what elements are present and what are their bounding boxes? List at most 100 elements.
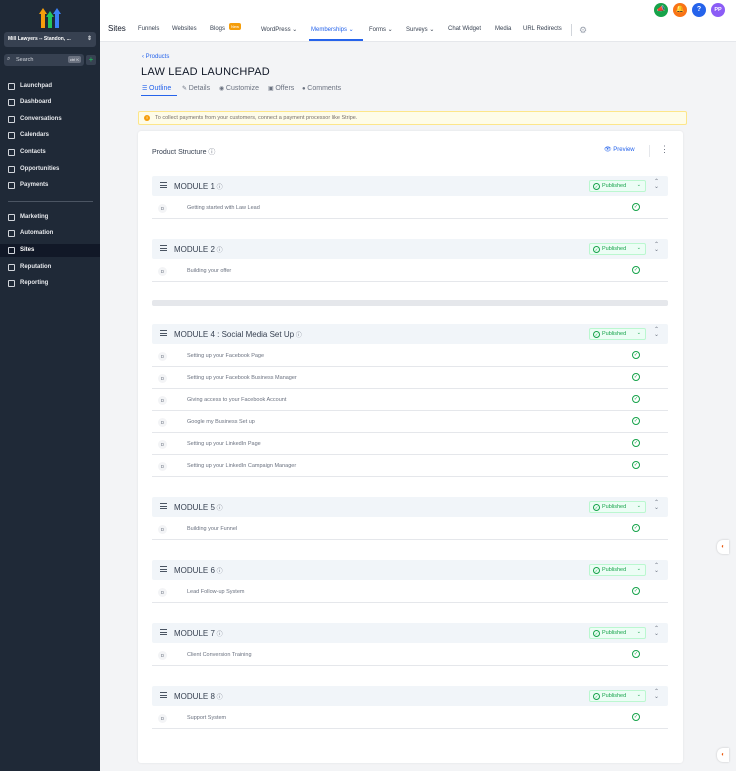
drag-handle-icon[interactable] <box>160 182 167 188</box>
module-header[interactable]: MODULE 6 ⓘ ✓ Published ⌄ ⌃ ⌄ <box>152 560 668 580</box>
sidebar-item-reporting[interactable]: Reporting <box>0 277 100 290</box>
sidebar-item-launchpad[interactable]: Launchpad <box>0 80 100 93</box>
sidebar-item-payments[interactable]: Payments <box>0 179 100 192</box>
app-logo-icon[interactable] <box>38 6 62 28</box>
check-circle-icon: ✓ <box>593 331 600 338</box>
lesson-row[interactable]: D Google my Business Set up ✓ <box>152 411 668 433</box>
breadcrumb[interactable]: ‹ Products <box>142 54 169 60</box>
lesson-row[interactable]: D Building your Funnel ✓ <box>152 518 668 540</box>
tab-offers[interactable]: ▣ Offers <box>268 85 294 92</box>
sidebar-item-contacts[interactable]: Contacts <box>0 146 100 159</box>
payments-icon <box>8 182 15 189</box>
sidebar-item-calendars[interactable]: Calendars <box>0 129 100 142</box>
sidebar-item-dashboard[interactable]: Dashboard <box>0 96 100 109</box>
tab-outline[interactable]: ☰ Outline <box>142 85 171 92</box>
lesson-row[interactable]: D Client Conversion Training ✓ <box>152 644 668 666</box>
collapse-toggle-icon[interactable]: ⌃ ⌄ <box>654 563 659 574</box>
collapse-toggle-icon[interactable]: ⌃ ⌄ <box>654 500 659 511</box>
topnav-media[interactable]: Media <box>495 26 511 32</box>
topnav-chat-widget[interactable]: Chat Widget <box>448 26 481 32</box>
megaphone-icon[interactable]: 📣 <box>654 3 668 17</box>
tab-customize[interactable]: ◉ Customize <box>219 85 259 92</box>
module-header[interactable]: MODULE 7 ⓘ ✓ Published ⌄ ⌃ ⌄ <box>152 623 668 643</box>
sidebar-item-opportunities[interactable]: Opportunities <box>0 163 100 176</box>
more-options-icon[interactable]: ⋮ <box>660 144 669 155</box>
gear-icon[interactable]: ⚙ <box>579 25 587 36</box>
sidebar-item-sites[interactable]: Sites <box>0 244 100 257</box>
lesson-row[interactable]: D Getting started with Law Lead ✓ <box>152 197 668 219</box>
module-title: MODULE 2 ⓘ <box>174 245 223 254</box>
lesson-row[interactable]: D Lead Follow-up System ✓ <box>152 581 668 603</box>
lesson-title: Setting up your Facebook Page <box>187 353 265 359</box>
sidebar-item-marketing[interactable]: Marketing <box>0 211 100 224</box>
collapse-toggle-icon[interactable]: ⌃ ⌄ <box>654 626 659 637</box>
lesson-row[interactable]: D Building your offer ✓ <box>152 260 668 282</box>
drag-handle-icon[interactable] <box>160 629 167 635</box>
lesson-row[interactable]: D Setting up your LinkedIn Page ✓ <box>152 433 668 455</box>
side-widget-icon-2[interactable]: ◐ <box>717 748 729 762</box>
side-widget-icon[interactable]: ◐ <box>717 540 729 554</box>
published-check-icon: ✓ <box>632 417 640 425</box>
module-header[interactable]: MODULE 4 : Social Media Set Up ⓘ ✓ Publish… <box>152 324 668 344</box>
calendars-icon <box>8 132 15 139</box>
status-dropdown[interactable]: ✓ Published ⌄ <box>589 564 646 576</box>
drag-handle-icon[interactable] <box>160 245 167 251</box>
lesson-row[interactable]: D Setting up your Facebook Page ✓ <box>152 345 668 367</box>
lesson-row[interactable]: D Setting up your LinkedIn Campaign Manag… <box>152 455 668 477</box>
topnav-blogs[interactable]: Blogs <box>210 26 225 32</box>
lesson-type-icon: D <box>158 525 167 534</box>
status-dropdown[interactable]: ✓ Published ⌄ <box>589 328 646 340</box>
chevron-updown-icon: ⇕ <box>86 36 92 42</box>
sidebar-item-reputation[interactable]: Reputation <box>0 261 100 274</box>
chevron-down-icon: ⌄ <box>636 692 641 698</box>
topnav-url-redirects[interactable]: URL Redirects <box>523 26 562 32</box>
drag-handle-icon[interactable] <box>160 330 167 336</box>
collapse-toggle-icon[interactable]: ⌃ ⌄ <box>654 179 659 190</box>
module-header[interactable]: MODULE 5 ⓘ ✓ Published ⌄ ⌃ ⌄ <box>152 497 668 517</box>
drag-handle-icon[interactable] <box>160 566 167 572</box>
active-nav-underline <box>309 39 363 41</box>
lesson-type-icon: D <box>158 352 167 361</box>
collapse-toggle-icon[interactable]: ⌃ ⌄ <box>654 689 659 700</box>
lesson-row[interactable]: D Support System ✓ <box>152 707 668 729</box>
tab-details[interactable]: ✎ Details <box>182 85 210 92</box>
sidebar-search[interactable]: ⌕ Search ctrl K <box>4 54 84 66</box>
module-header[interactable]: MODULE 2 ⓘ ✓ Published ⌄ ⌃ ⌄ <box>152 239 668 259</box>
tab-comments[interactable]: ● Comments <box>302 85 341 92</box>
avatar[interactable]: PP <box>711 3 725 17</box>
topnav-surveys[interactable]: Surveys ⌄ <box>406 26 434 33</box>
module-header[interactable]: MODULE 8 ⓘ ✓ Published ⌄ ⌃ ⌄ <box>152 686 668 706</box>
preview-button[interactable]: 👁 Preview <box>604 146 635 153</box>
toolbar-divider <box>649 145 650 157</box>
chevron-down-icon: ⌄ <box>636 245 641 251</box>
status-label: Published <box>602 331 627 337</box>
help-icon[interactable]: ? <box>692 3 706 17</box>
sidebar-item-conversations[interactable]: Conversations <box>0 113 100 126</box>
status-dropdown[interactable]: ✓ Published ⌄ <box>589 243 646 255</box>
drag-handle-icon[interactable] <box>160 503 167 509</box>
lesson-row[interactable]: D Giving access to your Facebook Account ✓ <box>152 389 668 411</box>
module-header[interactable]: MODULE 1 ⓘ ✓ Published ⌄ ⌃ ⌄ <box>152 176 668 196</box>
sidebar-item-automation[interactable]: Automation <box>0 227 100 240</box>
bell-icon[interactable]: 🔔 <box>673 3 687 17</box>
collapse-toggle-icon[interactable]: ⌃ ⌄ <box>654 327 659 338</box>
status-dropdown[interactable]: ✓ Published ⌄ <box>589 627 646 639</box>
topnav-funnels[interactable]: Funnels <box>138 26 159 32</box>
published-check-icon: ✓ <box>632 203 640 211</box>
topnav-memberships[interactable]: Memberships ⌄ <box>311 26 354 33</box>
lesson-row[interactable]: D Setting up your Facebook Business Manag… <box>152 367 668 389</box>
topnav-websites[interactable]: Websites <box>172 26 197 32</box>
topnav-wordpress[interactable]: WordPress ⌄ <box>261 26 297 33</box>
sidebar-item-label: Reputation <box>20 264 52 270</box>
drag-handle-icon[interactable] <box>160 692 167 698</box>
quick-add-button[interactable]: + <box>86 55 96 65</box>
status-dropdown[interactable]: ✓ Published ⌄ <box>589 690 646 702</box>
lesson-title: Getting started with Law Lead <box>187 205 260 211</box>
account-switcher[interactable]: Mill Lawyers -- Standon, ... ⇕ <box>4 32 96 47</box>
status-dropdown[interactable]: ✓ Published ⌄ <box>589 501 646 513</box>
status-dropdown[interactable]: ✓ Published ⌄ <box>589 180 646 192</box>
collapse-toggle-icon[interactable]: ⌃ ⌄ <box>654 242 659 253</box>
lesson-title: Client Conversion Training <box>187 652 252 658</box>
topnav-forms[interactable]: Forms ⌄ <box>369 26 393 33</box>
lesson-title: Setting up your LinkedIn Page <box>187 441 261 447</box>
